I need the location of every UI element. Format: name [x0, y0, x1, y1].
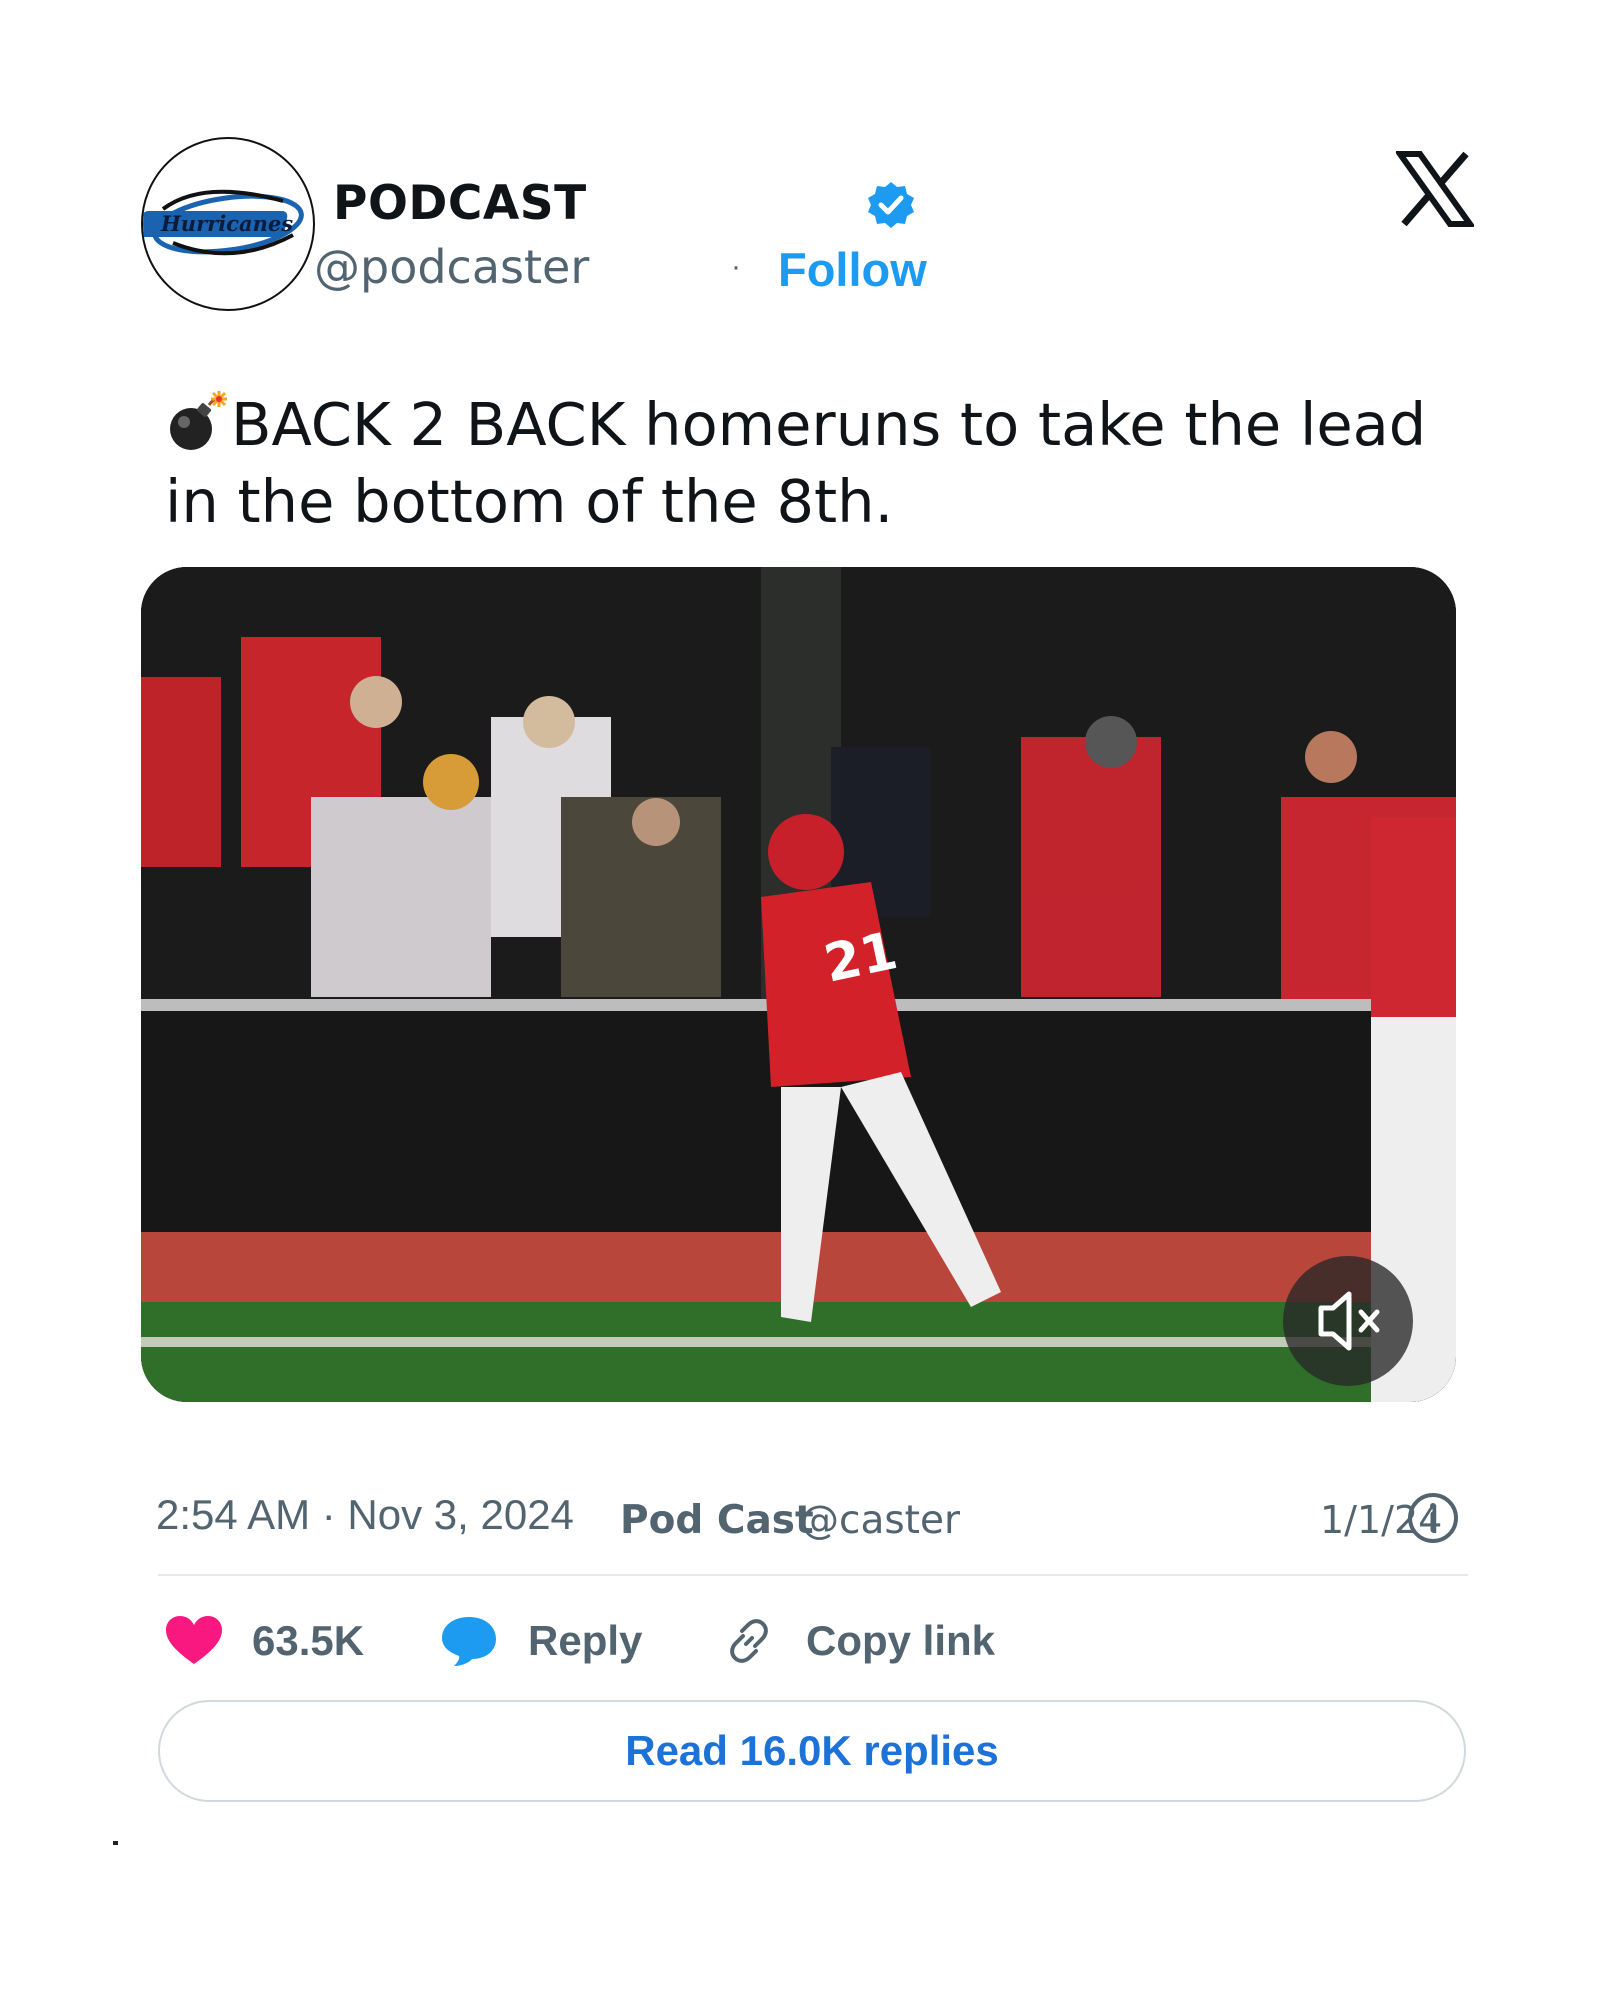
speech-bubble-icon	[442, 1617, 496, 1666]
volume-muted-icon	[1318, 1291, 1380, 1351]
bomb-icon	[170, 391, 227, 450]
follow-button[interactable]: Follow	[778, 242, 927, 297]
stray-mark	[113, 1841, 118, 1845]
display-name[interactable]: PODCAST	[333, 176, 587, 231]
x-logo-icon[interactable]	[1396, 150, 1474, 228]
hurricanes-logo: Hurricanes	[143, 189, 304, 256]
divider	[158, 1574, 1468, 1576]
tweet-timestamp[interactable]: 2:54 AM · Nov 3, 2024	[156, 1491, 574, 1539]
avatar-logo-text: Hurricanes	[160, 211, 293, 236]
like-count: 63.5K	[252, 1617, 365, 1664]
handle[interactable]: @podcaster	[314, 240, 589, 294]
verified-badge-icon	[868, 182, 914, 228]
info-icon[interactable]	[1405, 1490, 1461, 1546]
tweet-body: BACK 2 BACK homeruns to take the lead in…	[165, 390, 1427, 536]
copy-link-button[interactable]: Copy link	[722, 1610, 995, 1672]
mute-button[interactable]	[1283, 1256, 1413, 1386]
read-replies-button[interactable]: Read 16.0K replies	[158, 1700, 1466, 1802]
link-icon	[730, 1619, 768, 1663]
reply-button[interactable]: Reply	[440, 1610, 642, 1672]
video-player[interactable]: 21	[141, 567, 1456, 1402]
like-button[interactable]: 63.5K	[166, 1610, 364, 1672]
video-frame: 21	[141, 567, 1456, 1402]
separator-dot: ·	[731, 250, 741, 283]
heart-icon	[166, 1616, 222, 1664]
avatar[interactable]: Hurricanes	[141, 137, 315, 311]
tweet-text: BACK 2 BACK homeruns to take the lead in…	[165, 386, 1465, 540]
author-name: Pod Cast	[620, 1498, 814, 1543]
reply-label: Reply	[528, 1617, 643, 1664]
copy-link-label: Copy link	[806, 1617, 996, 1664]
author-handle: @caster	[800, 1498, 960, 1543]
